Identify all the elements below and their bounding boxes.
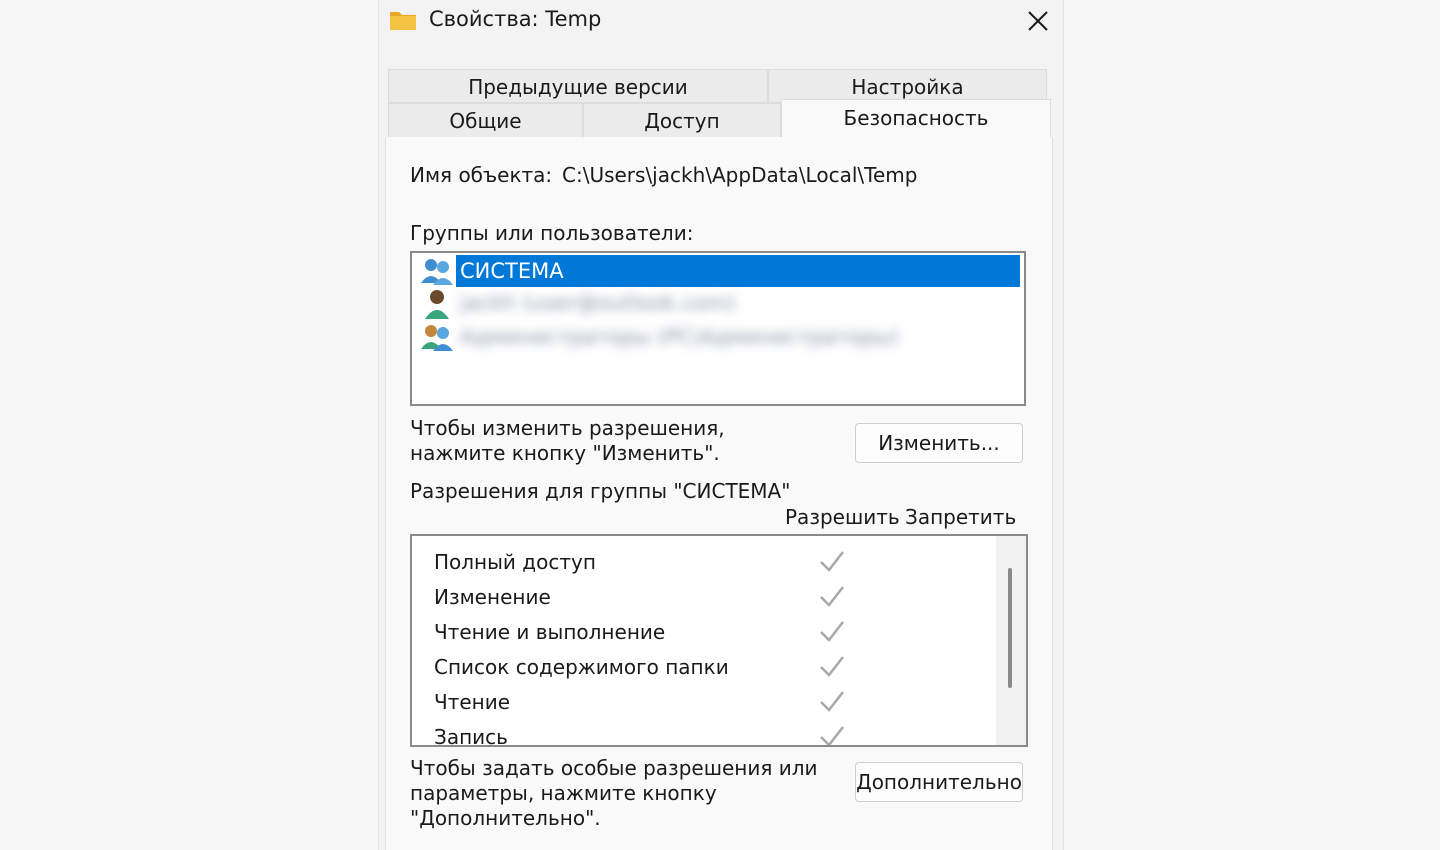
permission-name: Запись bbox=[434, 725, 508, 747]
scrollbar[interactable] bbox=[996, 536, 1026, 745]
folder-icon bbox=[390, 12, 416, 30]
advanced-hint-line3: "Дополнительно". bbox=[410, 806, 601, 830]
advanced-button[interactable]: Дополнительно bbox=[855, 762, 1023, 802]
permission-name: Полный доступ bbox=[434, 550, 596, 574]
list-item[interactable]: Администраторы (PC\Администраторы) bbox=[420, 321, 1024, 353]
tab-security[interactable]: Безопасность bbox=[781, 99, 1051, 139]
tab-previous-versions[interactable]: Предыдущие версии bbox=[388, 69, 768, 103]
permission-name: Изменение bbox=[434, 585, 551, 609]
window-title: Свойства: Temp bbox=[429, 7, 602, 31]
check-icon bbox=[820, 726, 844, 745]
groups-label: Группы или пользователи: bbox=[410, 221, 694, 245]
table-row: Список содержимого папки bbox=[412, 649, 992, 684]
table-row: Чтение bbox=[412, 684, 992, 719]
tab-customize[interactable]: Настройка bbox=[768, 69, 1047, 103]
close-icon[interactable] bbox=[1023, 6, 1053, 36]
change-hint-line1: Чтобы изменить разрешения, bbox=[410, 416, 725, 440]
title-bar: Свойства: Temp bbox=[379, 0, 1063, 44]
user-name-blurred: Администраторы (PC\Администраторы) bbox=[460, 325, 899, 349]
permission-name: Список содержимого папки bbox=[434, 655, 729, 679]
deny-header: Запретить bbox=[905, 505, 1017, 529]
advanced-hint-line2: параметры, нажмите кнопку bbox=[410, 781, 717, 805]
list-item[interactable]: СИСТЕМА bbox=[420, 255, 1024, 287]
user-group-icon bbox=[421, 325, 453, 351]
user-name: СИСТЕМА bbox=[456, 255, 1020, 287]
users-list[interactable]: СИСТЕМА jackh (user@outlook.com) Админис… bbox=[410, 251, 1026, 406]
check-icon bbox=[820, 691, 844, 712]
check-icon bbox=[820, 621, 844, 642]
user-group-icon bbox=[421, 259, 453, 285]
list-item[interactable]: jackh (user@outlook.com) bbox=[420, 287, 1024, 319]
permissions-label: Разрешения для группы "СИСТЕМА" bbox=[410, 479, 791, 503]
permission-name: Чтение bbox=[434, 690, 511, 714]
tab-general[interactable]: Общие bbox=[388, 103, 583, 139]
change-hint-line2: нажмите кнопку "Изменить". bbox=[410, 441, 720, 465]
table-row: Полный доступ bbox=[412, 544, 992, 579]
table-row: Изменение bbox=[412, 579, 992, 614]
object-name-label: Имя объекта: bbox=[410, 163, 553, 187]
permission-name: Чтение и выполнение bbox=[434, 620, 666, 644]
tab-sharing[interactable]: Доступ bbox=[583, 103, 781, 139]
object-path: C:\Users\jackh\AppData\Local\Temp bbox=[562, 163, 918, 187]
check-icon bbox=[820, 586, 844, 607]
user-icon bbox=[425, 290, 449, 319]
permissions-list[interactable]: Полный доступ Изменение Чтение и выполне… bbox=[410, 534, 1028, 747]
advanced-hint-line1: Чтобы задать особые разрешения или bbox=[410, 756, 818, 780]
table-row: Запись bbox=[412, 719, 992, 747]
change-button[interactable]: Изменить... bbox=[855, 423, 1023, 463]
table-row: Чтение и выполнение bbox=[412, 614, 992, 649]
allow-header: Разрешить bbox=[785, 505, 900, 529]
check-icon bbox=[820, 551, 844, 572]
user-name-blurred: jackh (user@outlook.com) bbox=[460, 291, 736, 315]
check-icon bbox=[820, 656, 844, 677]
scroll-thumb[interactable] bbox=[1008, 568, 1012, 688]
